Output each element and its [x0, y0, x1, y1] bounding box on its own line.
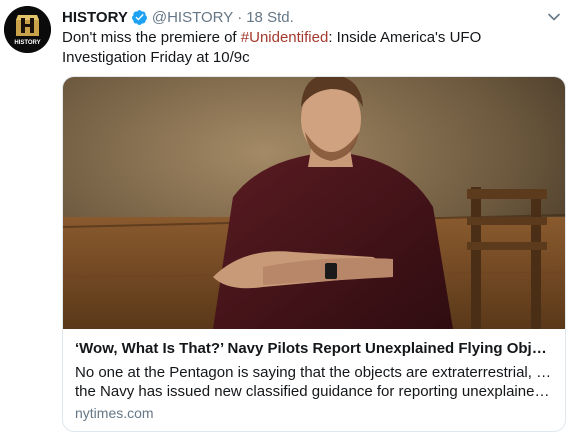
history-logo-icon: HISTORY: [4, 6, 51, 53]
chevron-down-icon[interactable]: [547, 10, 561, 24]
avatar-logo-text: HISTORY: [14, 40, 40, 46]
card-description-line-2: the Navy has issued new classified guida…: [75, 383, 553, 400]
tweet-text: Don't miss the premiere of #Unidentified…: [62, 28, 562, 68]
tweet-header: HISTORY @HISTORY · 18 Std.: [62, 7, 294, 27]
card-description: No one at the Pentagon is saying that th…: [75, 363, 553, 401]
tweet-text-before: Don't miss the premiere of: [62, 29, 241, 46]
card-image[interactable]: [63, 77, 566, 329]
card-description-line-1: No one at the Pentagon is saying that th…: [75, 364, 553, 381]
avatar[interactable]: HISTORY: [4, 6, 51, 53]
card-title[interactable]: ‘Wow, What Is That?’ Navy Pilots Report …: [75, 339, 553, 358]
timestamp[interactable]: 18 Std.: [246, 9, 294, 26]
verified-badge-icon: [131, 9, 147, 25]
hashtag-link[interactable]: #Unidentified: [241, 29, 329, 46]
card-domain: nytimes.com: [75, 405, 154, 421]
display-name[interactable]: HISTORY: [62, 9, 128, 26]
link-card[interactable]: ‘Wow, What Is That?’ Navy Pilots Report …: [62, 76, 566, 432]
tweet[interactable]: HISTORY HISTORY @HISTORY · 18 Std. Don't…: [0, 0, 573, 443]
card-body: ‘Wow, What Is That?’ Navy Pilots Report …: [63, 329, 565, 421]
handle[interactable]: @HISTORY: [152, 9, 233, 26]
header-separator: ·: [237, 8, 243, 26]
